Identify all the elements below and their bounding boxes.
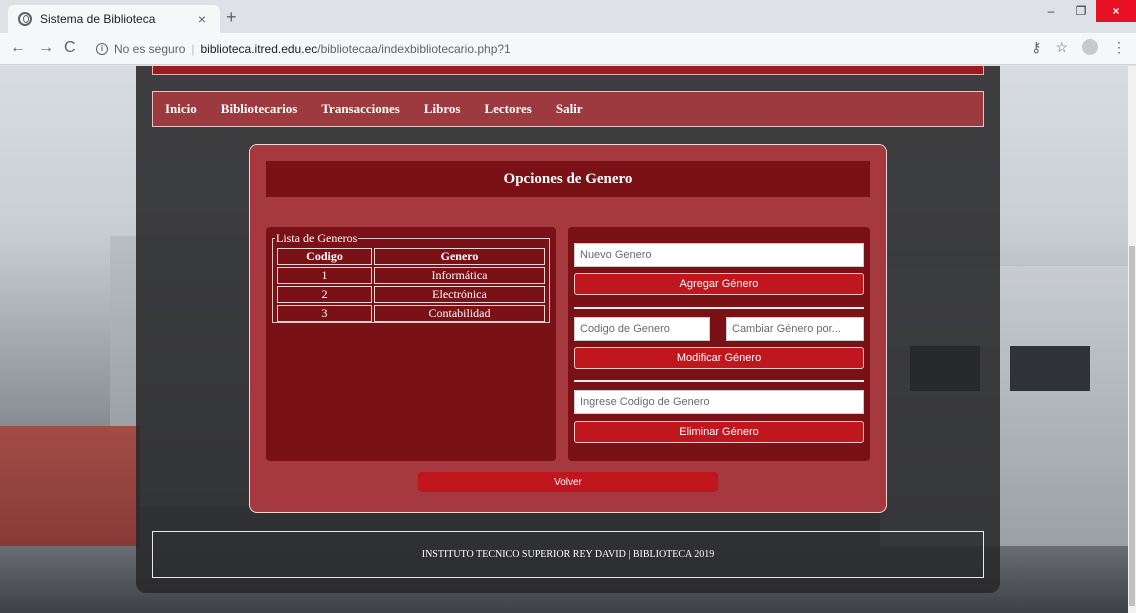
- page-scrollbar[interactable]: [1128, 66, 1136, 613]
- divider: [574, 307, 864, 309]
- cell-genero: Electrónica: [374, 286, 545, 303]
- table-row: 3 Contabilidad: [277, 305, 545, 322]
- menu-item-inicio[interactable]: Inicio: [165, 101, 197, 117]
- column-header-codigo: Codigo: [277, 248, 372, 265]
- reload-icon[interactable]: C: [64, 39, 76, 57]
- tab-close-icon[interactable]: ×: [194, 11, 210, 27]
- site-container: Inicio Bibliotecarios Transacciones Libr…: [136, 66, 1000, 593]
- codigo-genero-input[interactable]: [574, 317, 710, 341]
- agregar-genero-button[interactable]: Agregar Género: [574, 273, 864, 295]
- genero-fieldset: Lista de Generos Codigo Genero 1 Informá…: [272, 231, 550, 323]
- eliminar-codigo-input[interactable]: [574, 390, 864, 414]
- new-tab-button[interactable]: +: [226, 7, 237, 28]
- browser-tab-bar: Sistema de Biblioteca × + – ❐ ×: [0, 0, 1136, 33]
- genero-panel: Opciones de Genero Lista de Generos Codi…: [249, 144, 887, 513]
- url-path: /bibliotecaa/indexbibliotecario.php?1: [317, 42, 511, 56]
- cell-genero: Informática: [374, 267, 545, 284]
- tab-title: Sistema de Biblioteca: [40, 12, 156, 26]
- column-header-genero: Genero: [374, 248, 545, 265]
- nuevo-genero-input[interactable]: [574, 243, 864, 267]
- genero-form-box: Agregar Género Modificar Género Eliminar…: [568, 227, 870, 461]
- insecure-label: No es seguro: [114, 42, 186, 56]
- url-omnibox[interactable]: i No es seguro | biblioteca.itred.edu.ec…: [96, 38, 1016, 60]
- scrollbar-thumb[interactable]: [1129, 246, 1135, 606]
- url-host: biblioteca.itred.edu.ec: [200, 42, 318, 56]
- eliminar-genero-button[interactable]: Eliminar Género: [574, 421, 864, 443]
- address-bar: ← → C i No es seguro | biblioteca.itred.…: [0, 33, 1136, 65]
- window-controls: – ❐ ×: [1036, 0, 1136, 22]
- globe-icon: [18, 12, 32, 26]
- table-header-row: Codigo Genero: [277, 248, 545, 265]
- cell-codigo: 1: [277, 267, 372, 284]
- site-footer: INSTITUTO TECNICO SUPERIOR REY DAVID | B…: [152, 531, 984, 578]
- toolbar-right: ⚷ ☆ ⋮: [1031, 39, 1136, 56]
- cell-genero: Contabilidad: [374, 305, 545, 322]
- menu-item-lectores[interactable]: Lectores: [484, 101, 531, 117]
- modificar-genero-button[interactable]: Modificar Género: [574, 347, 864, 369]
- profile-avatar-icon[interactable]: [1082, 39, 1098, 55]
- menu-kebab-icon[interactable]: ⋮: [1112, 39, 1126, 56]
- volver-button[interactable]: Volver: [418, 472, 718, 492]
- menu-item-libros[interactable]: Libros: [424, 101, 461, 117]
- panel-title: Opciones de Genero: [266, 161, 870, 197]
- table-row: 2 Electrónica: [277, 286, 545, 303]
- key-icon[interactable]: ⚷: [1031, 39, 1041, 56]
- maximize-button[interactable]: ❐: [1066, 0, 1096, 22]
- star-icon[interactable]: ☆: [1055, 39, 1068, 56]
- omnibox-separator: |: [191, 42, 195, 56]
- genero-list-box: Lista de Generos Codigo Genero 1 Informá…: [266, 227, 556, 461]
- header-strip: [152, 66, 984, 75]
- close-window-button[interactable]: ×: [1096, 0, 1136, 22]
- menu-item-transacciones[interactable]: Transacciones: [321, 101, 399, 117]
- back-icon[interactable]: ←: [10, 39, 26, 57]
- cell-codigo: 2: [277, 286, 372, 303]
- table-row: 1 Informática: [277, 267, 545, 284]
- minimize-button[interactable]: –: [1036, 0, 1066, 22]
- browser-tab[interactable]: Sistema de Biblioteca ×: [8, 5, 220, 33]
- main-menu: Inicio Bibliotecarios Transacciones Libr…: [152, 91, 984, 127]
- divider: [574, 380, 864, 382]
- info-icon[interactable]: i: [96, 43, 108, 55]
- cell-codigo: 3: [277, 305, 372, 322]
- genero-table: Codigo Genero 1 Informática 2 Electrónic…: [275, 246, 547, 324]
- genero-legend: Lista de Generos: [276, 231, 358, 245]
- cambiar-genero-input[interactable]: [726, 317, 864, 341]
- forward-icon[interactable]: →: [38, 39, 54, 57]
- menu-item-bibliotecarios[interactable]: Bibliotecarios: [221, 101, 298, 117]
- menu-item-salir[interactable]: Salir: [556, 101, 583, 117]
- background-window: [1010, 346, 1090, 391]
- page-viewport: Inicio Bibliotecarios Transacciones Libr…: [0, 66, 1128, 613]
